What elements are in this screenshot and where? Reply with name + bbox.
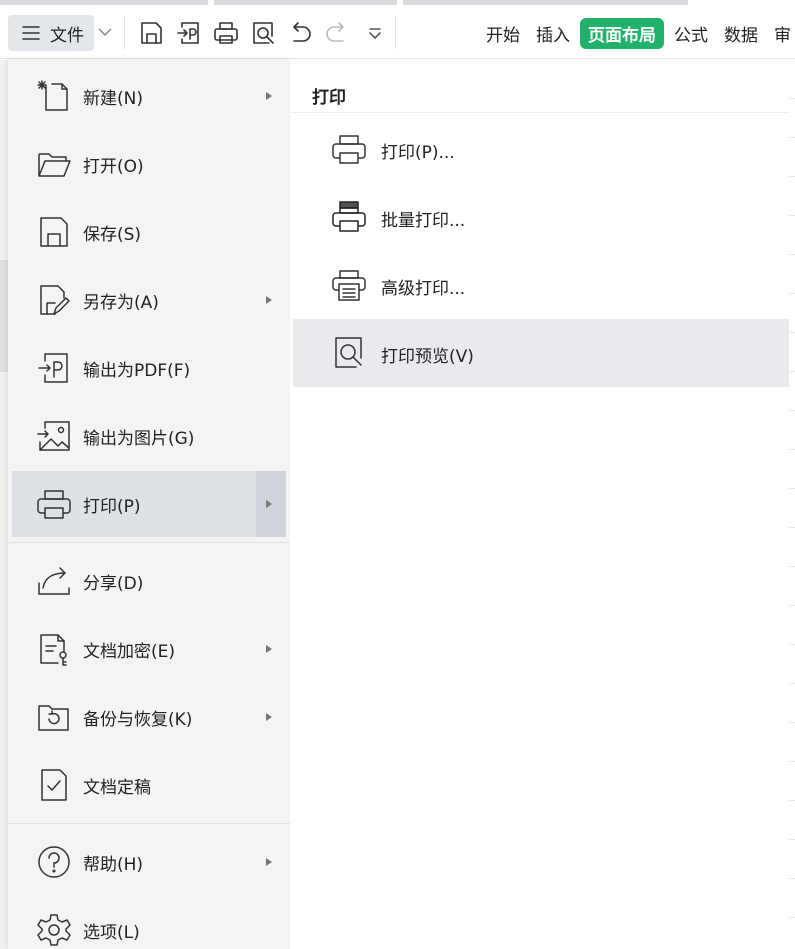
printer-icon bbox=[36, 486, 72, 522]
print-preview-icon bbox=[253, 22, 274, 44]
printer-icon bbox=[331, 131, 367, 167]
chevron-right-icon bbox=[266, 713, 272, 721]
tab-formulas[interactable]: 公式 bbox=[668, 18, 714, 49]
folder-open-icon bbox=[36, 146, 72, 182]
submenu-divider bbox=[290, 112, 789, 113]
submenu-item-advanced-print-label: 高级打印... bbox=[381, 279, 466, 299]
menu-item-backup-label: 备份与恢复(K) bbox=[83, 709, 193, 730]
chevron-right-icon bbox=[266, 858, 272, 866]
file-menu-label: 文件 bbox=[50, 25, 84, 46]
chevron-right-icon bbox=[266, 296, 272, 304]
undo-button[interactable] bbox=[286, 19, 314, 47]
menu-item-share[interactable]: 分享(D) bbox=[12, 548, 286, 614]
new-doc-icon bbox=[36, 78, 72, 114]
submenu-item-batch-print-label: 批量打印... bbox=[381, 211, 466, 231]
submenu-item-advanced-print[interactable]: 高级打印... bbox=[293, 251, 789, 319]
tab-review[interactable]: 审 bbox=[768, 18, 795, 49]
share-icon bbox=[36, 563, 72, 599]
menu-item-finalize-label: 文档定稿 bbox=[83, 777, 151, 798]
save-as-icon bbox=[36, 282, 72, 318]
doc-finalize-icon bbox=[36, 767, 72, 803]
chevron-down-icon[interactable] bbox=[96, 23, 114, 41]
backup-restore-icon bbox=[36, 699, 72, 735]
save-button[interactable] bbox=[137, 19, 165, 47]
menu-item-save-as[interactable]: 另存为(A) bbox=[12, 267, 286, 333]
submenu-title: 打印 bbox=[312, 88, 346, 108]
menu-item-save[interactable]: 保存(S) bbox=[12, 199, 286, 265]
save-icon bbox=[141, 22, 162, 44]
redo-icon bbox=[326, 22, 344, 42]
menu-item-new[interactable]: 新建(N) bbox=[12, 63, 286, 129]
print-preview-button[interactable] bbox=[249, 19, 277, 47]
menu-item-encrypt[interactable]: 文档加密(E) bbox=[12, 616, 286, 682]
menu-item-share-label: 分享(D) bbox=[83, 573, 144, 594]
save-icon bbox=[36, 214, 72, 250]
toolbar-divider bbox=[124, 17, 125, 49]
menu-item-help-label: 帮助(H) bbox=[83, 854, 144, 875]
ribbon-tabs: 开始 插入 页面布局 公式 数据 审 bbox=[480, 17, 795, 49]
tab-home[interactable]: 开始 bbox=[480, 18, 526, 49]
redo-button[interactable] bbox=[323, 19, 351, 47]
submenu-item-print[interactable]: 打印(P)... bbox=[293, 115, 789, 183]
menu-item-backup[interactable]: 备份与恢复(K) bbox=[12, 684, 286, 750]
tab-insert[interactable]: 插入 bbox=[530, 18, 576, 49]
menu-item-save-as-label: 另存为(A) bbox=[83, 292, 159, 313]
customize-toolbar-button[interactable] bbox=[361, 19, 389, 47]
menu-item-export-pdf[interactable]: 输出为PDF(F) bbox=[12, 335, 286, 401]
menu-divider bbox=[8, 542, 290, 543]
export-pdf-icon bbox=[177, 22, 199, 44]
tab-data[interactable]: 数据 bbox=[718, 18, 764, 49]
menu-item-options-label: 选项(L) bbox=[83, 922, 140, 943]
menu-item-export-image[interactable]: 输出为图片(G) bbox=[12, 403, 286, 469]
sheet-background-right bbox=[789, 60, 795, 949]
menu-item-open-label: 打开(O) bbox=[83, 156, 144, 177]
menu-item-export-image-label: 输出为图片(G) bbox=[83, 428, 195, 449]
chevron-right-icon bbox=[266, 500, 272, 508]
undo-icon bbox=[293, 22, 311, 42]
menu-item-options[interactable]: 选项(L) bbox=[12, 897, 286, 949]
submenu-item-batch-print[interactable]: 批量打印... bbox=[293, 183, 789, 251]
hamburger-menu-icon bbox=[22, 26, 40, 40]
print-submenu: 打印 打印(P)... 批量打印... 高级打印... 打印预览(V) bbox=[290, 60, 789, 949]
menu-item-help[interactable]: 帮助(H) bbox=[12, 829, 286, 895]
print-button[interactable] bbox=[212, 19, 240, 47]
submenu-item-print-preview[interactable]: 打印预览(V) bbox=[293, 319, 789, 387]
doc-encrypt-icon bbox=[36, 631, 72, 667]
menu-item-encrypt-label: 文档加密(E) bbox=[83, 641, 176, 662]
print-preview-icon bbox=[331, 335, 367, 371]
chevron-down-more-icon bbox=[369, 28, 381, 40]
submenu-item-print-label: 打印(P)... bbox=[381, 143, 455, 163]
submenu-item-print-preview-label: 打印预览(V) bbox=[381, 347, 474, 367]
printer-icon bbox=[214, 22, 238, 44]
menu-item-open[interactable]: 打开(O) bbox=[12, 131, 286, 197]
menu-item-save-label: 保存(S) bbox=[83, 224, 142, 245]
menu-item-print[interactable]: 打印(P) bbox=[12, 471, 286, 537]
menu-item-finalize[interactable]: 文档定稿 bbox=[12, 752, 286, 818]
quick-toolbar: 文件 开始 插入 页面布局 公式 数据 审 bbox=[0, 5, 795, 59]
export-pdf-button[interactable] bbox=[175, 19, 203, 47]
batch-print-icon bbox=[331, 199, 367, 235]
sheet-background-left bbox=[0, 60, 8, 949]
export-pdf-icon bbox=[36, 350, 72, 386]
export-image-icon bbox=[36, 418, 72, 454]
menu-item-new-label: 新建(N) bbox=[83, 88, 143, 109]
advanced-print-icon bbox=[331, 267, 367, 303]
help-icon bbox=[36, 844, 72, 880]
chevron-right-icon bbox=[266, 92, 272, 100]
menu-divider bbox=[8, 823, 290, 824]
gear-icon bbox=[36, 912, 72, 948]
chevron-right-icon bbox=[266, 645, 272, 653]
toolbar-divider bbox=[395, 17, 396, 49]
menu-item-export-pdf-label: 输出为PDF(F) bbox=[83, 360, 191, 381]
tab-page-layout[interactable]: 页面布局 bbox=[580, 17, 664, 49]
file-menu-button[interactable]: 文件 bbox=[8, 15, 94, 51]
file-menu: 新建(N) 打开(O) 保存(S) 另存为(A) 输出为PDF(F) 输出为图片… bbox=[8, 60, 290, 949]
menu-item-print-label: 打印(P) bbox=[83, 496, 141, 517]
